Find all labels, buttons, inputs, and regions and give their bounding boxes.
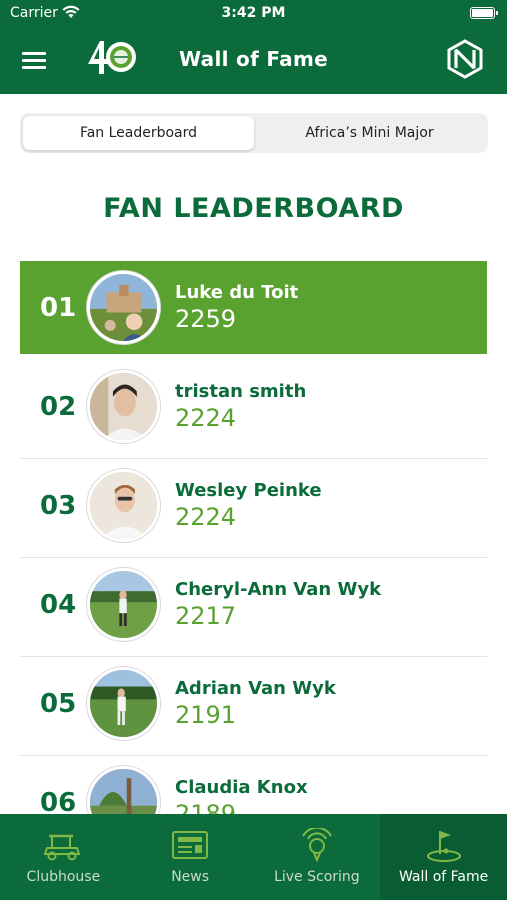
- player-name: Luke du Toit: [175, 282, 299, 303]
- player-name: Claudia Knox: [175, 777, 308, 798]
- player-name: Wesley Peinke: [175, 480, 322, 501]
- avatar: [87, 469, 160, 542]
- golf-cart-icon: [43, 834, 81, 861]
- avatar-photo: [90, 373, 157, 440]
- page-title: Wall of Fame: [179, 47, 328, 71]
- leaderboard-list[interactable]: 01 Luke du Toit 2259 02 tristan smith 22…: [20, 261, 487, 814]
- rank-number: 03: [40, 491, 77, 521]
- player-score: 2259: [175, 305, 237, 333]
- player-score: 2189: [175, 800, 237, 814]
- leaderboard-row[interactable]: 06 Claudia Knox 2189: [20, 756, 487, 814]
- section-title: FAN LEADERBOARD: [103, 193, 404, 224]
- segment-africas-mini-major[interactable]: Africa’s Mini Major: [254, 116, 485, 150]
- player-name: Adrian Van Wyk: [175, 678, 336, 699]
- leaderboard-row[interactable]: 05 Adrian Van Wyk 2191: [20, 657, 487, 756]
- app-header: Carrier 3:42 PM Wall of Fame: [0, 0, 507, 94]
- avatar-photo: [90, 472, 157, 539]
- tab-news[interactable]: News: [127, 814, 254, 900]
- player-score: 2224: [175, 404, 237, 432]
- avatar: [87, 766, 160, 814]
- avatar-photo: [90, 274, 157, 341]
- avatar-photo: [90, 769, 157, 814]
- rank-number: 04: [40, 590, 77, 620]
- newspaper-icon: [172, 831, 209, 859]
- player-score: 2224: [175, 503, 237, 531]
- golf-ball-icon: [302, 828, 332, 862]
- nedbank-logo-icon[interactable]: [445, 39, 485, 79]
- trophy-flag-icon: [426, 831, 461, 862]
- leaderboard-row[interactable]: 04 Cheryl-Ann Van Wyk 2217: [20, 558, 487, 657]
- status-time: 3:42 PM: [221, 5, 286, 21]
- rank-number: 06: [40, 788, 77, 814]
- tab-wall-of-fame[interactable]: Wall of Fame: [380, 814, 507, 900]
- tab-label: Wall of Fame: [398, 869, 489, 885]
- player-name: Cheryl-Ann Van Wyk: [175, 579, 382, 600]
- leaderboard-segmented-control: Fan Leaderboard Africa’s Mini Major: [20, 113, 488, 153]
- avatar: [87, 370, 160, 443]
- status-bar: Carrier 3:42 PM: [0, 0, 507, 28]
- nav-bar: Wall of Fame: [0, 28, 507, 94]
- avatar-photo: [90, 670, 157, 737]
- tab-label: News: [171, 869, 210, 885]
- segment-fan-leaderboard[interactable]: Fan Leaderboard: [23, 116, 254, 150]
- tab-live-scoring[interactable]: Live Scoring: [254, 814, 381, 900]
- tab-label: Live Scoring: [274, 869, 360, 885]
- leaderboard-row[interactable]: 03 Wesley Peinke 2224: [20, 459, 487, 558]
- avatar-photo: [90, 571, 157, 638]
- tab-bar: Clubhouse News Live Scoring Wall of Fame: [0, 814, 507, 900]
- tab-clubhouse[interactable]: Clubhouse: [0, 814, 127, 900]
- rank-number: 05: [40, 689, 77, 719]
- tab-label: Clubhouse: [26, 869, 101, 885]
- avatar: [87, 667, 160, 740]
- player-score: 2191: [175, 701, 237, 729]
- rank-number: 01: [40, 293, 77, 323]
- avatar: [87, 568, 160, 641]
- battery-icon: [470, 7, 498, 19]
- avatar: [87, 271, 160, 344]
- player-name: tristan smith: [175, 381, 307, 402]
- leaderboard-row[interactable]: 01 Luke du Toit 2259: [20, 261, 487, 354]
- leaderboard-row[interactable]: 02 tristan smith 2224: [20, 360, 487, 459]
- player-score: 2217: [175, 602, 237, 630]
- rank-number: 02: [40, 392, 77, 422]
